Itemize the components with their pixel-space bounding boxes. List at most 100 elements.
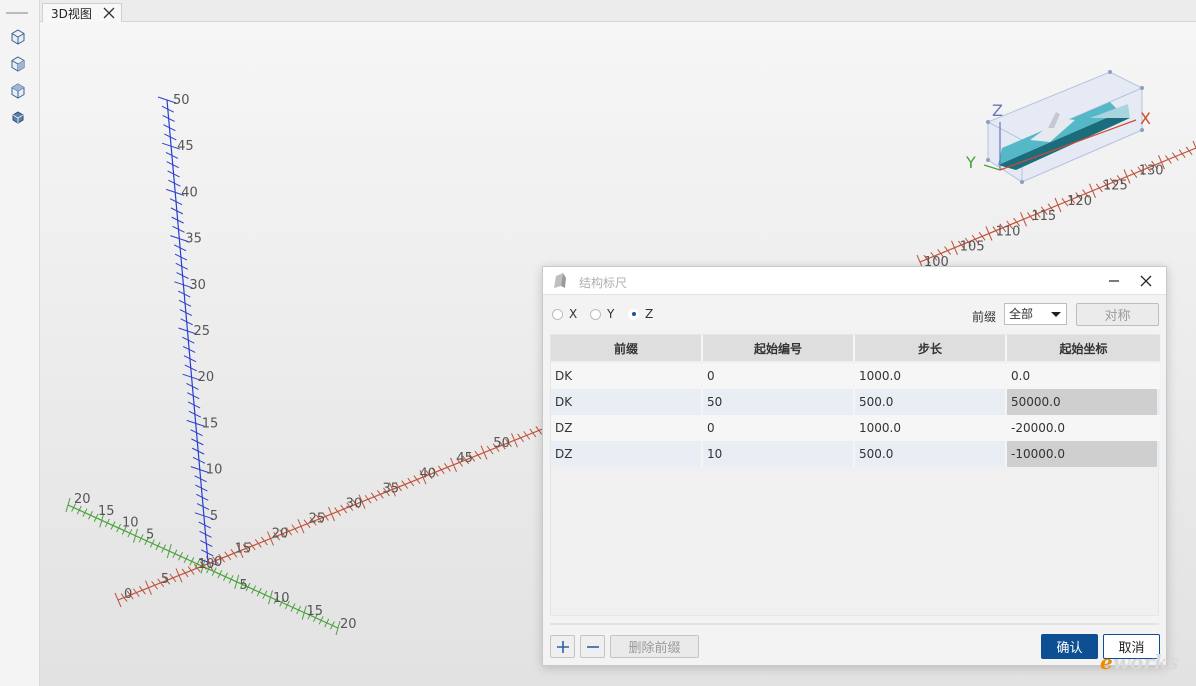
x-axis-label: 40 xyxy=(419,466,436,481)
cell-prefix[interactable]: DZ xyxy=(551,415,703,441)
radio-x[interactable]: X xyxy=(552,307,577,321)
x-axis-label: 30 xyxy=(346,496,363,511)
cell-step[interactable]: 1000.0 xyxy=(855,363,1007,389)
chevron-down-icon xyxy=(1051,312,1061,317)
x-axis-label: 120 xyxy=(1067,194,1092,209)
view-cube-y-label: Y xyxy=(965,153,976,172)
dialog-title: 结构标尺 xyxy=(579,276,628,290)
symmetric-button[interactable]: 对称 xyxy=(1076,303,1159,326)
eworks-watermark: eworks xyxy=(1100,650,1179,674)
z-axis-label: 10 xyxy=(206,463,223,478)
app-logo-icon xyxy=(551,272,569,290)
toolbar-grip[interactable] xyxy=(6,12,28,14)
cell-prefix[interactable]: DK xyxy=(551,363,703,389)
minus-icon xyxy=(586,645,599,648)
x-axis-label: 15 xyxy=(235,542,252,557)
view-cube-z-label: Z xyxy=(992,101,1003,120)
close-icon[interactable] xyxy=(1136,271,1156,291)
prefix-select[interactable]: 全部 xyxy=(1004,303,1067,325)
radio-z-indicator[interactable] xyxy=(628,308,639,320)
y-axis-label: 15 xyxy=(98,504,115,519)
tab-3d-view[interactable]: 3D视图 xyxy=(42,3,122,22)
watermark-suffix: works xyxy=(1112,650,1179,674)
column-header-step[interactable]: 步长 xyxy=(855,335,1007,361)
x-axis-label: 25 xyxy=(309,512,326,527)
cell-start-coordinate: 50000.0 xyxy=(1007,389,1157,415)
table-row[interactable]: DZ 0 1000.0 -20000.0 xyxy=(551,415,1160,441)
x-axis-label: 115 xyxy=(1031,209,1056,224)
radio-z[interactable]: Z xyxy=(628,307,653,321)
z-axis-label: 50 xyxy=(173,93,190,108)
view-front-icon[interactable] xyxy=(8,27,28,47)
x-axis-label: 105 xyxy=(960,240,985,255)
cell-start-coordinate[interactable]: 0.0 xyxy=(1007,363,1157,389)
view-side-icon[interactable] xyxy=(8,54,28,74)
radio-y[interactable]: Y xyxy=(590,307,614,321)
x-axis-label: 50 xyxy=(493,436,510,451)
z-axis-label: 45 xyxy=(177,139,194,154)
radio-x-indicator[interactable] xyxy=(552,308,563,320)
column-header-prefix[interactable]: 前缀 xyxy=(551,335,703,361)
structure-ruler-dialog: 结构标尺 X Y Z 前缀 全部 对称 前缀 起始编号 步长 起始坐标 DK 0 xyxy=(542,266,1167,666)
view-cube[interactable]: Z X Y xyxy=(965,70,1151,184)
y-axis-label: 10 xyxy=(122,516,139,531)
cell-step[interactable]: 500.0 xyxy=(855,441,1007,467)
column-header-start-number[interactable]: 起始编号 xyxy=(703,335,855,361)
minimize-icon[interactable] xyxy=(1104,271,1124,291)
radio-x-label: X xyxy=(569,307,578,321)
radio-y-label: Y xyxy=(607,307,615,321)
x-axis-label: 125 xyxy=(1103,179,1128,194)
table-row[interactable]: DZ 10 500.0 -10000.0 xyxy=(551,441,1160,467)
remove-row-button[interactable] xyxy=(580,635,605,658)
cell-step[interactable]: 1000.0 xyxy=(855,415,1007,441)
tab-3d-view-label: 3D视图 xyxy=(51,6,92,21)
x-axis-label: 20 xyxy=(272,527,289,542)
table-row[interactable]: DK 50 500.0 50000.0 xyxy=(551,389,1160,415)
y-axis-label: 20 xyxy=(74,492,91,507)
column-header-start-coordinate[interactable]: 起始坐标 xyxy=(1007,335,1160,361)
z-axis-label: 35 xyxy=(185,232,202,247)
z-axis-label: 20 xyxy=(198,370,215,385)
cell-start-number[interactable]: 50 xyxy=(703,389,855,415)
z-axis-label: 15 xyxy=(202,416,219,431)
cell-start-number[interactable]: 0 xyxy=(703,415,855,441)
cell-prefix[interactable]: DZ xyxy=(551,441,703,467)
tab-bar: 3D视图 xyxy=(40,0,1196,22)
radio-z-label: Z xyxy=(645,307,654,321)
z-axis-label: 30 xyxy=(189,278,206,293)
x-axis-label: 110 xyxy=(996,224,1021,239)
cell-prefix[interactable]: DK xyxy=(551,389,703,415)
x-axis-line xyxy=(117,427,546,601)
cell-start-coordinate[interactable]: -20000.0 xyxy=(1007,415,1157,441)
z-axis-label: 40 xyxy=(181,185,198,200)
cell-step[interactable]: 500.0 xyxy=(855,389,1007,415)
radio-y-indicator[interactable] xyxy=(590,308,601,320)
view-iso-icon[interactable] xyxy=(8,108,28,128)
view-cube-x-label: X xyxy=(1140,109,1151,128)
tab-close-icon[interactable] xyxy=(101,5,117,21)
confirm-button[interactable]: 确认 xyxy=(1041,634,1098,659)
add-row-button[interactable] xyxy=(550,635,575,658)
x-axis-label: 35 xyxy=(383,481,400,496)
table-row[interactable]: DK 0 1000.0 0.0 xyxy=(551,363,1160,389)
y-axis-label: 5 xyxy=(146,527,154,542)
delete-prefix-button[interactable]: 删除前缀 xyxy=(610,635,699,658)
table-header: 前缀 起始编号 步长 起始坐标 xyxy=(551,335,1160,361)
view-top-icon[interactable] xyxy=(8,81,28,101)
cell-start-number[interactable]: 10 xyxy=(703,441,855,467)
left-toolbar xyxy=(0,0,40,686)
prefix-select-value: 全部 xyxy=(1009,307,1034,321)
x-axis-label: 10 xyxy=(198,557,215,572)
z-axis-label: 25 xyxy=(194,324,211,339)
y-axis-label: 20 xyxy=(340,617,357,632)
ruler-table: 前缀 起始编号 步长 起始坐标 DK 0 1000.0 0.0 DK 50 50… xyxy=(550,334,1160,616)
y-axis-label: 15 xyxy=(307,604,324,619)
x-axis-label: 130 xyxy=(1139,163,1164,178)
x-axis-label: 45 xyxy=(456,451,473,466)
cell-start-number[interactable]: 0 xyxy=(703,363,855,389)
y-axis-label: 10 xyxy=(273,591,290,606)
watermark-prefix: e xyxy=(1100,650,1113,674)
x-axis-label: 5 xyxy=(161,572,169,587)
dialog-titlebar[interactable]: 结构标尺 xyxy=(543,267,1166,295)
z-axis-label: 0 xyxy=(214,555,222,570)
